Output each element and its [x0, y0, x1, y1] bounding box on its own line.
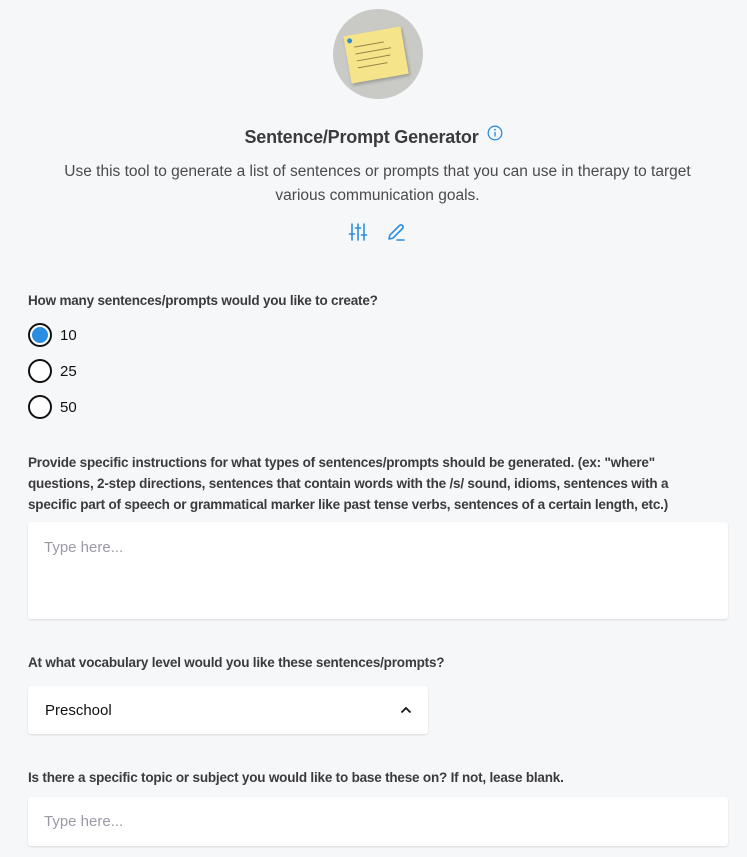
radio-label: 25 — [60, 362, 77, 380]
vocabulary-question-label: At what vocabulary level would you like … — [28, 655, 445, 670]
tool-actions — [348, 222, 406, 242]
topic-question-label: Is there a specific topic or subject you… — [28, 770, 564, 785]
sentence-generator-page: Sentence/Prompt Generator Use this tool … — [0, 0, 747, 857]
count-question-label: How many sentences/prompts would you lik… — [28, 293, 378, 308]
tool-avatar — [333, 9, 423, 99]
info-icon[interactable] — [487, 125, 503, 141]
chevron-up-icon — [400, 706, 412, 714]
page-description: Use this tool to generate a list of sent… — [64, 163, 691, 204]
title-row: Sentence/Prompt Generator — [0, 125, 747, 148]
sliders-icon[interactable] — [348, 222, 368, 242]
radio-option-25[interactable]: 25 — [28, 359, 77, 383]
topic-input[interactable] — [28, 797, 728, 846]
radio-label: 10 — [60, 326, 77, 344]
radio-button-selected[interactable] — [28, 323, 52, 347]
radio-option-50[interactable]: 50 — [28, 395, 77, 419]
instructions-input[interactable] — [28, 522, 728, 619]
pencil-icon[interactable] — [386, 222, 406, 242]
vocabulary-level-select[interactable]: Preschool — [28, 686, 428, 734]
instructions-field — [28, 522, 728, 619]
page-title: Sentence/Prompt Generator — [244, 127, 479, 147]
instructions-question-label: Provide specific instructions for what t… — [28, 455, 669, 512]
radio-button[interactable] — [28, 395, 52, 419]
vocabulary-selected-value: Preschool — [45, 701, 112, 719]
sticky-note-image — [343, 26, 409, 84]
radio-label: 50 — [60, 398, 77, 416]
radio-option-10[interactable]: 10 — [28, 323, 77, 347]
radio-button[interactable] — [28, 359, 52, 383]
topic-field — [28, 797, 728, 846]
